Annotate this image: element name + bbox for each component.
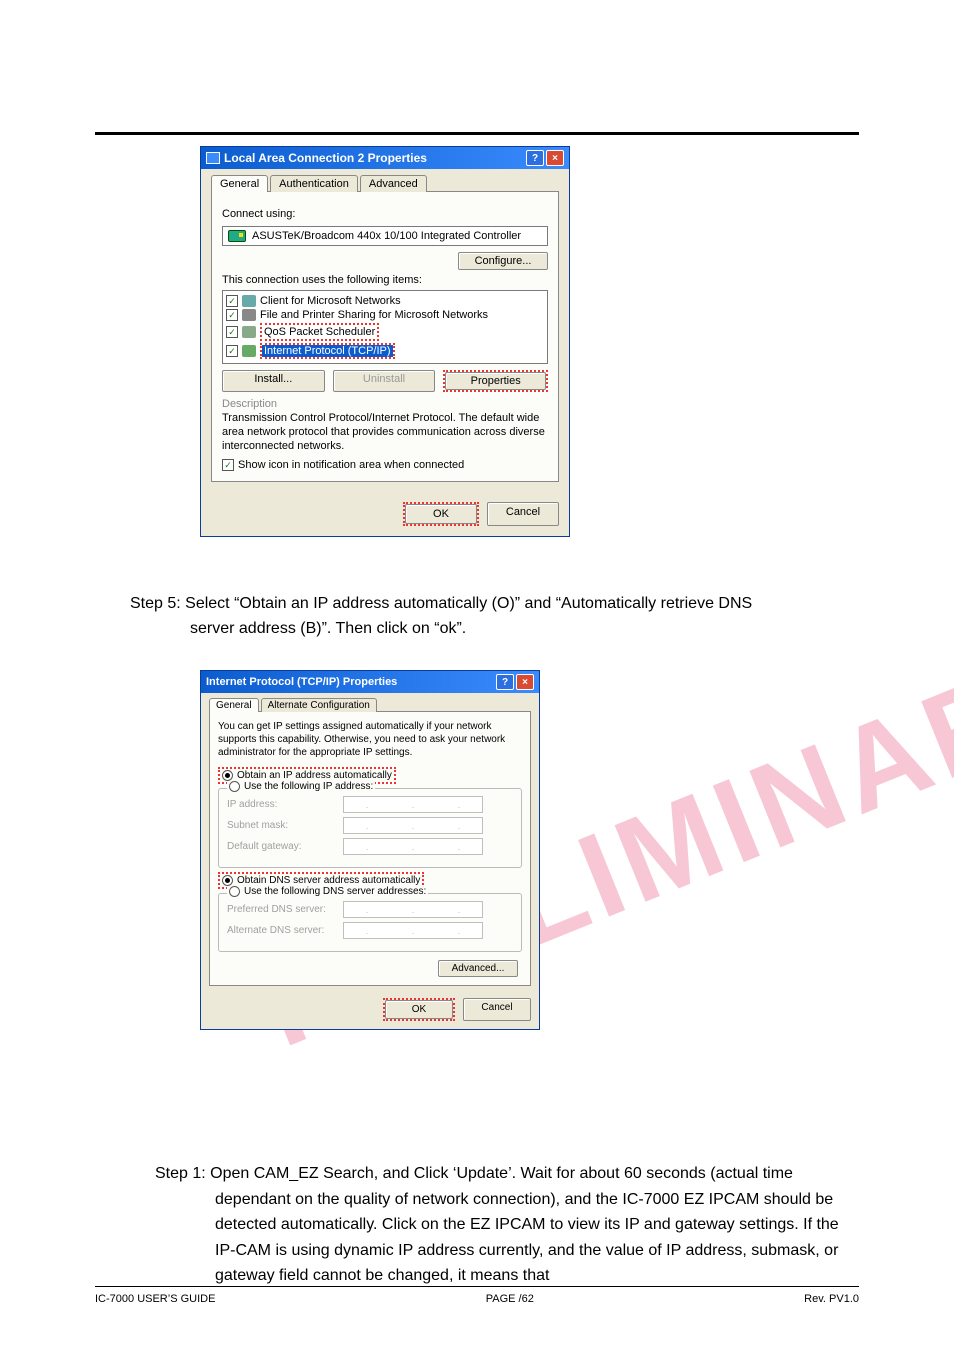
client-icon xyxy=(242,295,256,307)
use-dns-label: Use the following DNS server addresses: xyxy=(244,886,426,897)
general-panel: Connect using: ASUSTeK/Broadcom 440x 10/… xyxy=(211,191,559,482)
tcpip-panel: You can get IP settings assigned automat… xyxy=(209,711,531,986)
dialog-title: Local Area Connection 2 Properties xyxy=(224,151,427,165)
properties-button[interactable]: Properties xyxy=(445,372,546,390)
items-label: This connection uses the following items… xyxy=(222,274,548,286)
uninstall-button: Uninstall xyxy=(333,370,436,392)
step5-line2: server address (B)”. Then click on “ok”. xyxy=(190,617,849,642)
adapter-name: ASUSTeK/Broadcom 440x 10/100 Integrated … xyxy=(252,230,521,242)
help-button[interactable]: ? xyxy=(496,674,514,690)
footer-center: PAGE /62 xyxy=(486,1293,534,1305)
tab-advanced[interactable]: Advanced xyxy=(360,175,427,192)
help-button[interactable]: ? xyxy=(526,150,544,166)
subnet-field: ... xyxy=(343,817,483,834)
connection-items-list[interactable]: ✓ Client for Microsoft Networks ✓ File a… xyxy=(222,290,548,364)
subnet-label: Subnet mask: xyxy=(227,820,337,831)
ip-address-label: IP address: xyxy=(227,799,337,810)
static-ip-group: Use the following IP address: IP address… xyxy=(218,788,522,868)
checkbox-icon[interactable]: ✓ xyxy=(226,326,238,338)
item-label-highlight: QoS Packet Scheduler xyxy=(260,323,379,341)
item-label: File and Printer Sharing for Microsoft N… xyxy=(260,309,488,321)
dialog-title: Internet Protocol (TCP/IP) Properties xyxy=(206,676,397,688)
ip-address-field: ... xyxy=(343,796,483,813)
cancel-button[interactable]: Cancel xyxy=(463,998,531,1021)
alt-dns-label: Alternate DNS server: xyxy=(227,925,337,936)
gateway-label: Default gateway: xyxy=(227,841,337,852)
step1-text: Step 1: Open CAM_EZ Search, and Click ‘U… xyxy=(215,1161,849,1289)
nic-icon xyxy=(228,230,246,242)
step5-line1: Step 5: Select “Obtain an IP address aut… xyxy=(130,592,849,617)
gateway-field: ... xyxy=(343,838,483,855)
tab-strip: General Authentication Advanced xyxy=(211,175,559,192)
tab-general[interactable]: General xyxy=(211,175,268,192)
adapter-field: ASUSTeK/Broadcom 440x 10/100 Integrated … xyxy=(222,226,548,246)
cancel-button[interactable]: Cancel xyxy=(487,502,559,526)
show-icon-label: Show icon in notification area when conn… xyxy=(238,459,464,471)
info-text: You can get IP settings assigned automat… xyxy=(218,720,522,759)
tab-strip: General Alternate Configuration xyxy=(209,698,531,712)
list-item: ✓ Client for Microsoft Networks xyxy=(226,294,544,308)
dialog-titlebar: Local Area Connection 2 Properties ? × xyxy=(201,147,569,169)
obtain-ip-label: Obtain an IP address automatically xyxy=(237,770,392,781)
tab-alt-config[interactable]: Alternate Configuration xyxy=(261,698,377,712)
obtain-dns-label: Obtain DNS server address automatically xyxy=(237,875,420,886)
install-button[interactable]: Install... xyxy=(222,370,325,392)
obtain-ip-radio[interactable] xyxy=(222,770,233,781)
pref-dns-label: Preferred DNS server: xyxy=(227,904,337,915)
checkbox-icon[interactable]: ✓ xyxy=(226,345,238,357)
close-button[interactable]: × xyxy=(546,150,564,166)
printer-share-icon xyxy=(242,309,256,321)
use-ip-label: Use the following IP address: xyxy=(244,781,373,792)
use-dns-radio[interactable] xyxy=(229,886,240,897)
checkbox-icon[interactable]: ✓ xyxy=(226,309,238,321)
configure-button[interactable]: Configure... xyxy=(458,252,548,270)
obtain-dns-radio[interactable] xyxy=(222,875,233,886)
ok-button[interactable]: OK xyxy=(405,504,477,524)
connect-using-label: Connect using: xyxy=(222,208,548,220)
use-ip-radio[interactable] xyxy=(229,781,240,792)
close-button[interactable]: × xyxy=(516,674,534,690)
qos-icon xyxy=(242,326,256,338)
description-heading: Description xyxy=(222,398,548,410)
lan-icon xyxy=(206,152,220,164)
step1-paragraph: Step 1: Open CAM_EZ Search, and Click ‘U… xyxy=(155,1161,849,1289)
alt-dns-field: ... xyxy=(343,922,483,939)
footer-right: Rev. PV1.0 xyxy=(804,1293,859,1305)
list-item: ✓ QoS Packet Scheduler xyxy=(226,322,544,342)
tcpip-icon xyxy=(242,345,256,357)
tab-authentication[interactable]: Authentication xyxy=(270,175,358,192)
step5-paragraph: Step 5: Select “Obtain an IP address aut… xyxy=(130,592,849,642)
list-item: ✓ File and Printer Sharing for Microsoft… xyxy=(226,308,544,322)
ok-button[interactable]: OK xyxy=(385,1000,453,1019)
static-dns-group: Use the following DNS server addresses: … xyxy=(218,893,522,952)
page-footer: IC-7000 USER’S GUIDE PAGE /62 Rev. PV1.0 xyxy=(95,1286,859,1305)
tab-general[interactable]: General xyxy=(209,698,259,712)
item-label-selected: Internet Protocol (TCP/IP) xyxy=(262,345,393,357)
checkbox-icon[interactable]: ✓ xyxy=(226,295,238,307)
lan-properties-dialog: Local Area Connection 2 Properties ? × G… xyxy=(200,146,570,537)
description-text: Transmission Control Protocol/Internet P… xyxy=(222,412,548,453)
item-label: Client for Microsoft Networks xyxy=(260,295,401,307)
advanced-button[interactable]: Advanced... xyxy=(438,960,518,977)
list-item: ✓ Internet Protocol (TCP/IP) xyxy=(226,342,544,360)
show-icon-checkbox[interactable]: ✓ xyxy=(222,459,234,471)
footer-left: IC-7000 USER’S GUIDE xyxy=(95,1293,215,1305)
tcpip-properties-dialog: Internet Protocol (TCP/IP) Properties ? … xyxy=(200,670,540,1030)
dialog-titlebar: Internet Protocol (TCP/IP) Properties ? … xyxy=(201,671,539,693)
pref-dns-field: ... xyxy=(343,901,483,918)
page-content-area: Local Area Connection 2 Properties ? × G… xyxy=(95,132,859,1310)
